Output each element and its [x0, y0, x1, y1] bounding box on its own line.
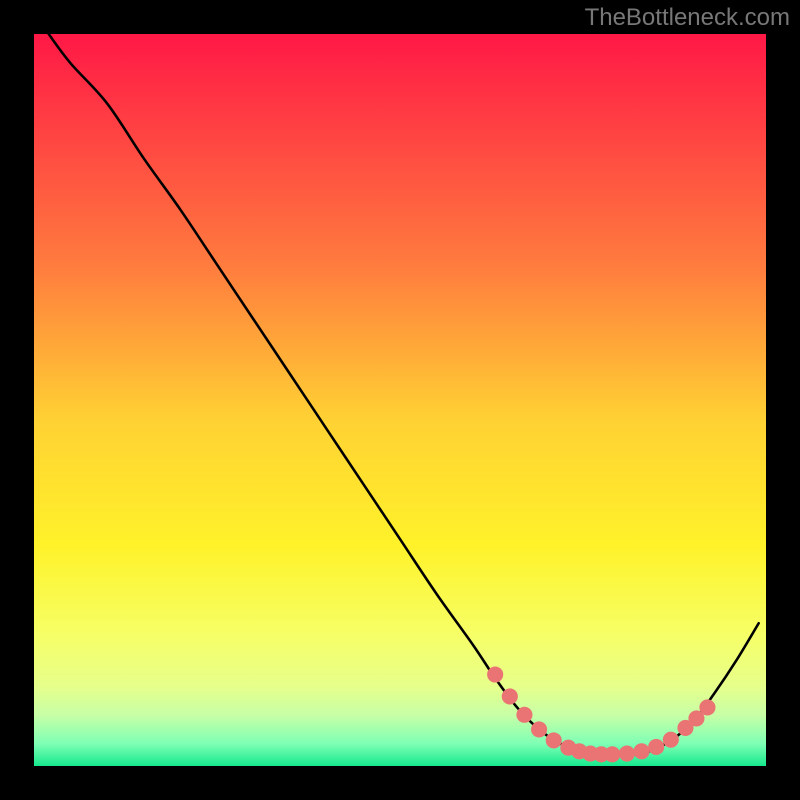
- marker-dot: [502, 688, 518, 704]
- plot-svg: [34, 34, 766, 766]
- marker-dot: [663, 732, 679, 748]
- marker-dot: [648, 739, 664, 755]
- marker-dot: [604, 746, 620, 762]
- gradient-background: [34, 34, 766, 766]
- marker-dot: [634, 743, 650, 759]
- marker-dot: [531, 721, 547, 737]
- marker-dot: [699, 699, 715, 715]
- marker-dot: [487, 666, 503, 682]
- chart-frame: TheBottleneck.com: [0, 0, 800, 800]
- watermark-text: TheBottleneck.com: [585, 4, 790, 32]
- marker-dot: [516, 707, 532, 723]
- marker-dot: [546, 732, 562, 748]
- marker-dot: [619, 746, 635, 762]
- plot-area: [34, 34, 766, 766]
